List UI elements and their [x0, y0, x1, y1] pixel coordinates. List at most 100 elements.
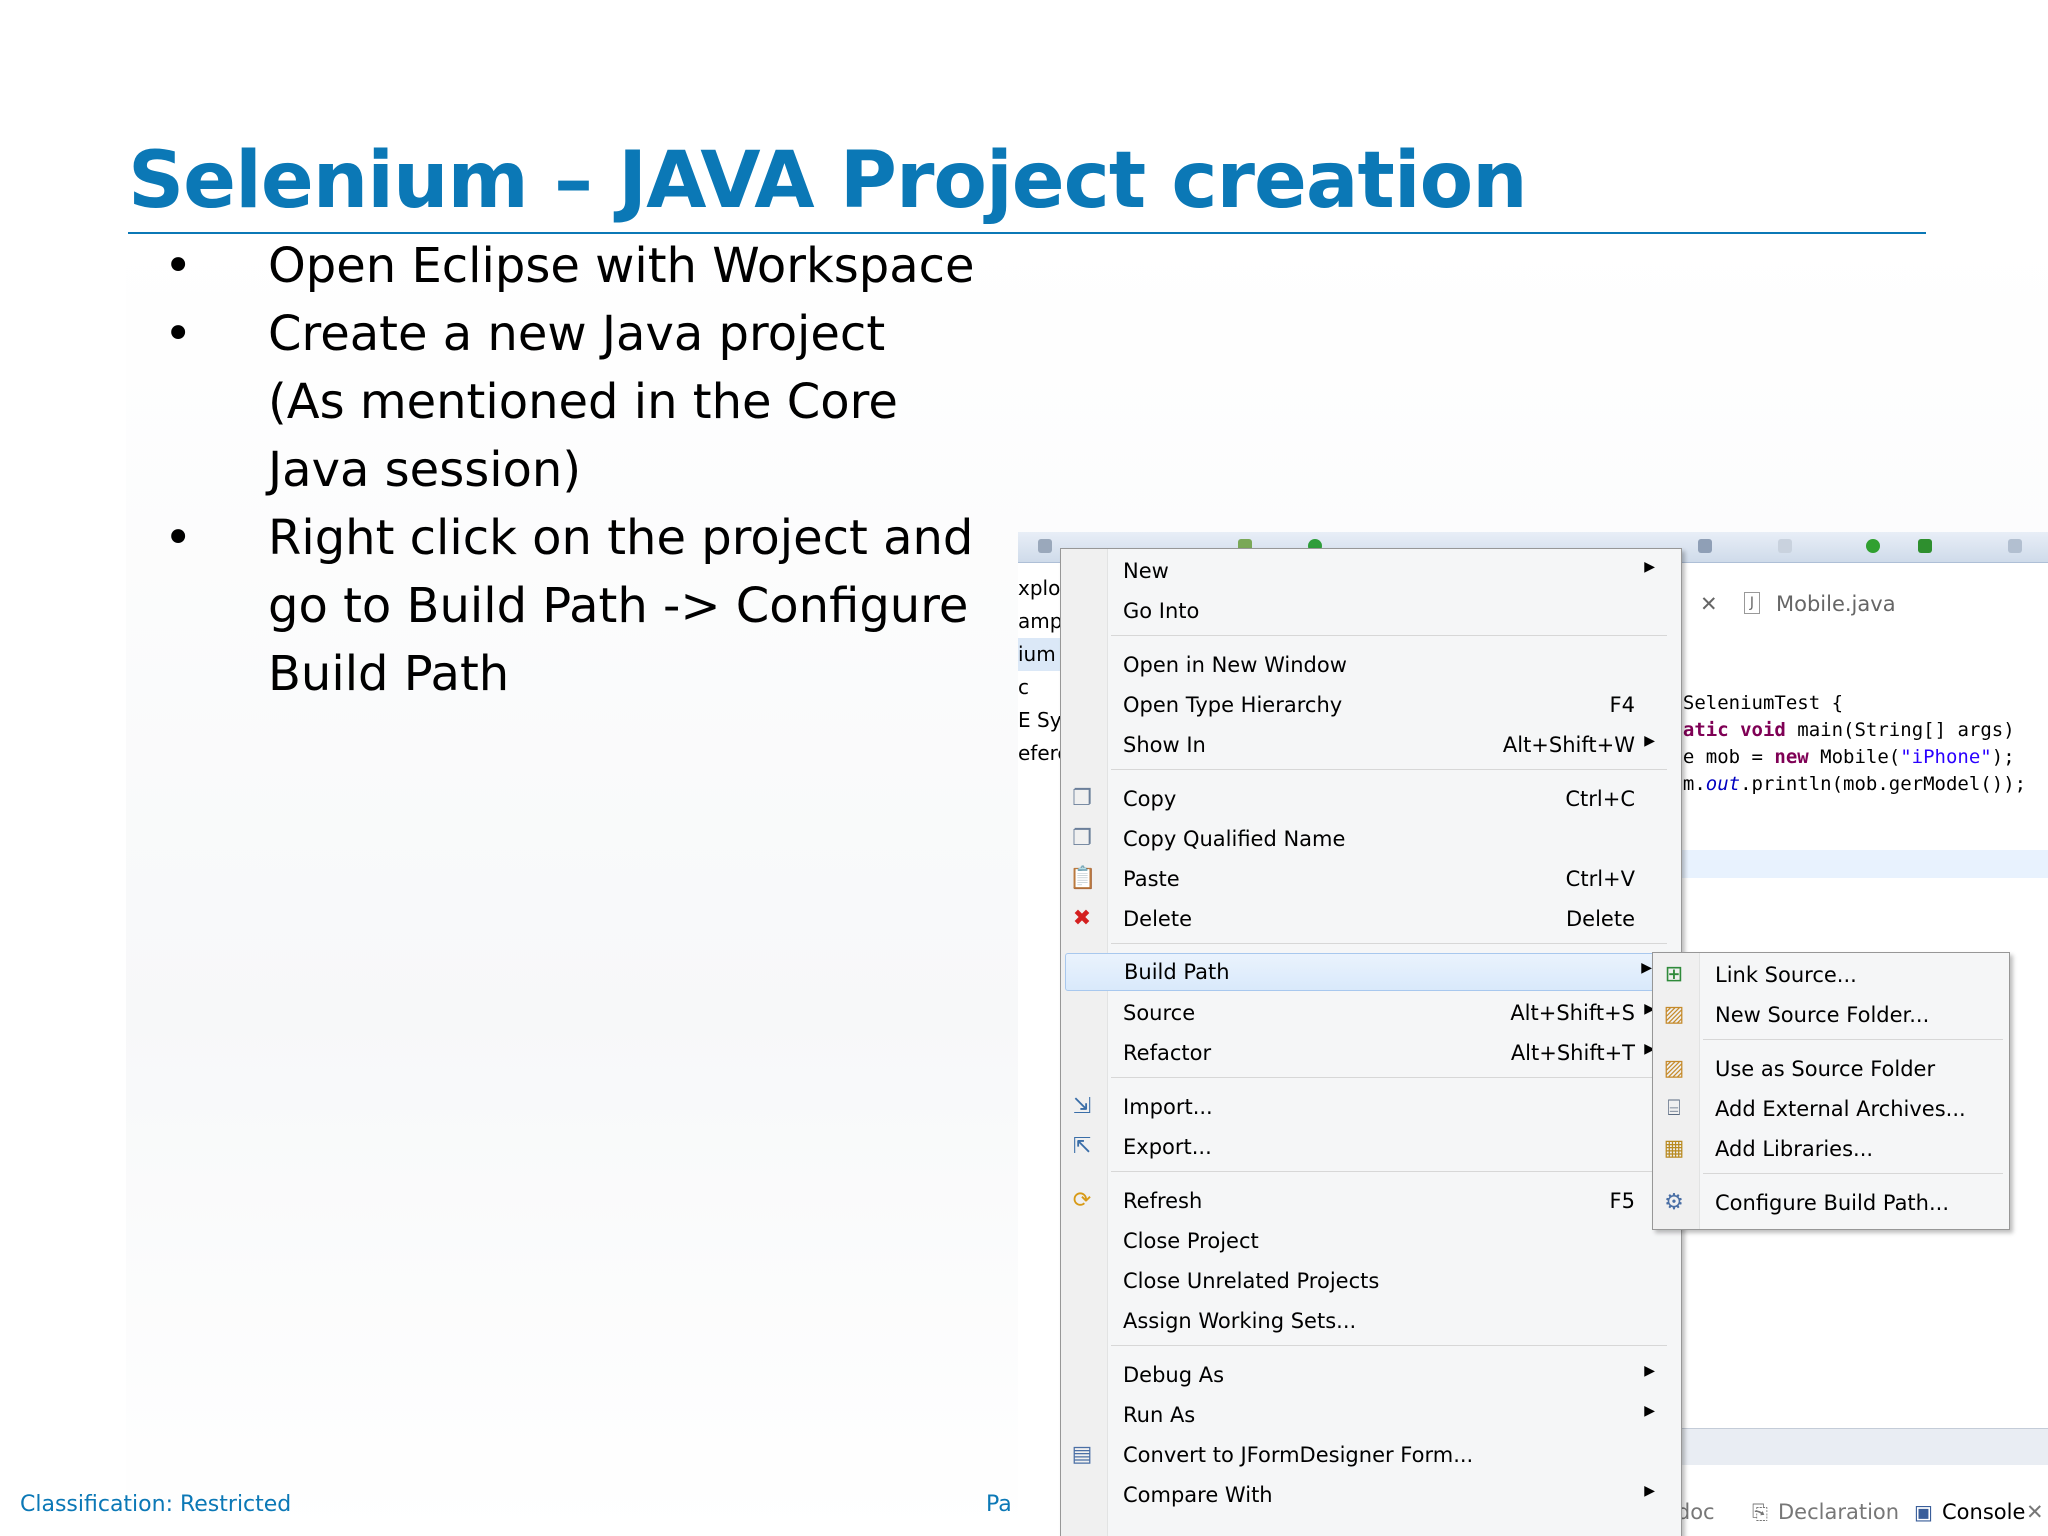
- jform-icon: ▤: [1071, 1442, 1093, 1467]
- context-menu: New ▶ Go Into Open in New Window Open Ty…: [1060, 548, 1682, 1536]
- declaration-icon: ⎘: [1752, 1500, 1768, 1524]
- footer-page-number: Pa: [986, 1492, 1012, 1517]
- bullet-item: • Create a new Java project (As mentione…: [160, 300, 1020, 504]
- toolbar-icon[interactable]: [1698, 539, 1712, 553]
- menu-separator: [1111, 635, 1667, 636]
- close-icon[interactable]: ✕: [1700, 592, 1718, 616]
- menu-separator: [1111, 769, 1667, 770]
- bullet-text: Open Eclipse with Workspace: [268, 238, 975, 294]
- export-icon: ⇱: [1072, 1134, 1092, 1159]
- green-square-icon[interactable]: [1918, 539, 1932, 553]
- menu-item-open-type-hierarchy[interactable]: Open Type Hierarchy F4: [1061, 687, 1671, 723]
- menu-item-go-into[interactable]: Go Into: [1061, 593, 1671, 629]
- tab-declaration[interactable]: Declaration: [1778, 1500, 1899, 1524]
- menu-item-export[interactable]: ⇱ Export...: [1061, 1129, 1671, 1165]
- tree-item[interactable]: amp: [1018, 605, 1062, 638]
- bullet-list: • Open Eclipse with Workspace • Create a…: [160, 232, 1020, 708]
- submenu-arrow-icon: ▶: [1644, 733, 1655, 749]
- submenu-arrow-icon: ▶: [1644, 559, 1655, 575]
- submenu-arrow-icon: ▶: [1644, 1483, 1655, 1499]
- bullet-dot: •: [164, 510, 193, 566]
- toolbar-icon[interactable]: [1778, 539, 1792, 553]
- submenu-item-link-source[interactable]: ⊞ Link Source...: [1653, 957, 2003, 993]
- submenu-item-use-as-source-folder[interactable]: ▨ Use as Source Folder: [1653, 1051, 2003, 1087]
- shortcut-label: F4: [1609, 693, 1635, 717]
- close-icon[interactable]: ✕: [2026, 1500, 2044, 1524]
- menu-item-assign-working-sets[interactable]: Assign Working Sets...: [1061, 1303, 1671, 1339]
- paste-icon: 📋: [1069, 866, 1097, 891]
- tree-item[interactable]: c: [1018, 671, 1062, 704]
- bottom-view-tabs: adoc ⎘ Declaration ▣ Console ✕: [1664, 1492, 2048, 1536]
- shortcut-label: Ctrl+V: [1565, 867, 1635, 891]
- archive-icon: ⌸: [1667, 1096, 1681, 1121]
- use-source-folder-icon: ▨: [1663, 1056, 1685, 1081]
- libraries-icon: ▦: [1663, 1136, 1685, 1161]
- new-source-folder-icon: ▨: [1663, 1002, 1685, 1027]
- submenu-item-add-libraries[interactable]: ▦ Add Libraries...: [1653, 1131, 2003, 1167]
- tab-console[interactable]: Console: [1942, 1500, 2025, 1524]
- menu-item-paste[interactable]: 📋 Paste Ctrl+V: [1061, 861, 1671, 897]
- copy-icon: ❐: [1072, 786, 1092, 811]
- code-line: ile mob = new Mobile("iPhone");: [1660, 746, 2015, 768]
- shortcut-label: Alt+Shift+W: [1502, 733, 1635, 757]
- submenu-item-new-source-folder[interactable]: ▨ New Source Folder...: [1653, 997, 2003, 1033]
- green-dot-icon[interactable]: [1866, 539, 1880, 553]
- code-line: static void main(String[] args): [1660, 719, 2015, 741]
- java-file-icon: J: [1744, 592, 1760, 614]
- submenu-arrow-icon: ▶: [1644, 1363, 1655, 1379]
- eclipse-screenshot: xplo amp ium c E Sy efere ✕ J Mobile.jav…: [1018, 532, 2048, 1536]
- submenu-item-add-external-archives[interactable]: ⌸ Add External Archives...: [1653, 1091, 2003, 1127]
- menu-item-copy[interactable]: ❐ Copy Ctrl+C: [1061, 781, 1671, 817]
- toolbar-icon[interactable]: [2008, 539, 2022, 553]
- menu-item-copy-qualified-name[interactable]: ❐ Copy Qualified Name: [1061, 821, 1671, 857]
- menu-item-build-path[interactable]: Build Path ▶: [1065, 953, 1669, 991]
- shortcut-label: Delete: [1566, 907, 1635, 931]
- package-explorer: xplo amp ium c E Sy efere: [1018, 572, 1062, 770]
- bullet-item: • Open Eclipse with Workspace: [160, 232, 1020, 300]
- menu-separator: [1703, 1039, 2003, 1040]
- build-path-submenu: ⊞ Link Source... ▨ New Source Folder... …: [1652, 952, 2010, 1230]
- menu-item-show-in[interactable]: Show In Alt+Shift+W ▶: [1061, 727, 1671, 763]
- menu-item-delete[interactable]: ✖ Delete Delete: [1061, 901, 1671, 937]
- menu-item-close-project[interactable]: Close Project: [1061, 1223, 1671, 1259]
- console-icon: ▣: [1914, 1500, 1933, 1524]
- current-line-highlight: [1664, 850, 2048, 878]
- editor-tab-label: Mobile.java: [1776, 592, 1896, 616]
- menu-item-new[interactable]: New ▶: [1061, 553, 1671, 589]
- bullet-text: Create a new Java project (As mentioned …: [268, 306, 898, 498]
- code-line: s SeleniumTest {: [1660, 692, 1844, 714]
- code-line: tem.out.println(mob.gerModel());: [1660, 773, 2027, 795]
- tree-item[interactable]: efere: [1018, 737, 1062, 770]
- refresh-icon: ⟳: [1072, 1188, 1092, 1213]
- menu-separator: [1111, 1171, 1667, 1172]
- explorer-tab[interactable]: xplo: [1018, 572, 1062, 605]
- configure-build-path-icon: ⚙: [1664, 1190, 1684, 1215]
- tree-item-selected[interactable]: ium: [1018, 638, 1062, 671]
- menu-item-convert-jformdesigner[interactable]: ▤ Convert to JFormDesigner Form...: [1061, 1437, 1671, 1473]
- submenu-arrow-icon: ▶: [1641, 960, 1652, 976]
- bullet-item: • Right click on the project and go to B…: [160, 504, 1020, 708]
- menu-item-close-unrelated-projects[interactable]: Close Unrelated Projects: [1061, 1263, 1671, 1299]
- menu-item-refresh[interactable]: ⟳ Refresh F5: [1061, 1183, 1671, 1219]
- menu-item-compare-with[interactable]: Compare With ▶: [1061, 1477, 1671, 1513]
- toolbar-icon[interactable]: [1038, 539, 1052, 553]
- footer-classification: Classification: Restricted: [20, 1492, 292, 1517]
- bullet-text: Right click on the project and go to Bui…: [268, 510, 974, 702]
- tree-item[interactable]: E Sy: [1018, 704, 1062, 737]
- submenu-item-configure-build-path[interactable]: ⚙ Configure Build Path...: [1653, 1185, 2003, 1221]
- bullet-dot: •: [164, 306, 193, 362]
- menu-item-debug-as[interactable]: Debug As ▶: [1061, 1357, 1671, 1393]
- shortcut-label: Ctrl+C: [1565, 787, 1635, 811]
- shortcut-label: F5: [1609, 1189, 1635, 1213]
- import-icon: ⇲: [1072, 1094, 1092, 1119]
- menu-item-open-in-new-window[interactable]: Open in New Window: [1061, 647, 1671, 683]
- menu-item-run-as[interactable]: Run As ▶: [1061, 1397, 1671, 1433]
- submenu-arrow-icon: ▶: [1644, 1403, 1655, 1419]
- shortcut-label: Alt+Shift+T: [1510, 1041, 1635, 1065]
- menu-item-source[interactable]: Source Alt+Shift+S ▶: [1061, 995, 1671, 1031]
- menu-item-import[interactable]: ⇲ Import...: [1061, 1089, 1671, 1125]
- bullet-dot: •: [164, 238, 193, 294]
- copy-qualified-icon: ❐: [1072, 826, 1092, 851]
- menu-item-refactor[interactable]: Refactor Alt+Shift+T ▶: [1061, 1035, 1671, 1071]
- link-source-icon: ⊞: [1664, 962, 1684, 987]
